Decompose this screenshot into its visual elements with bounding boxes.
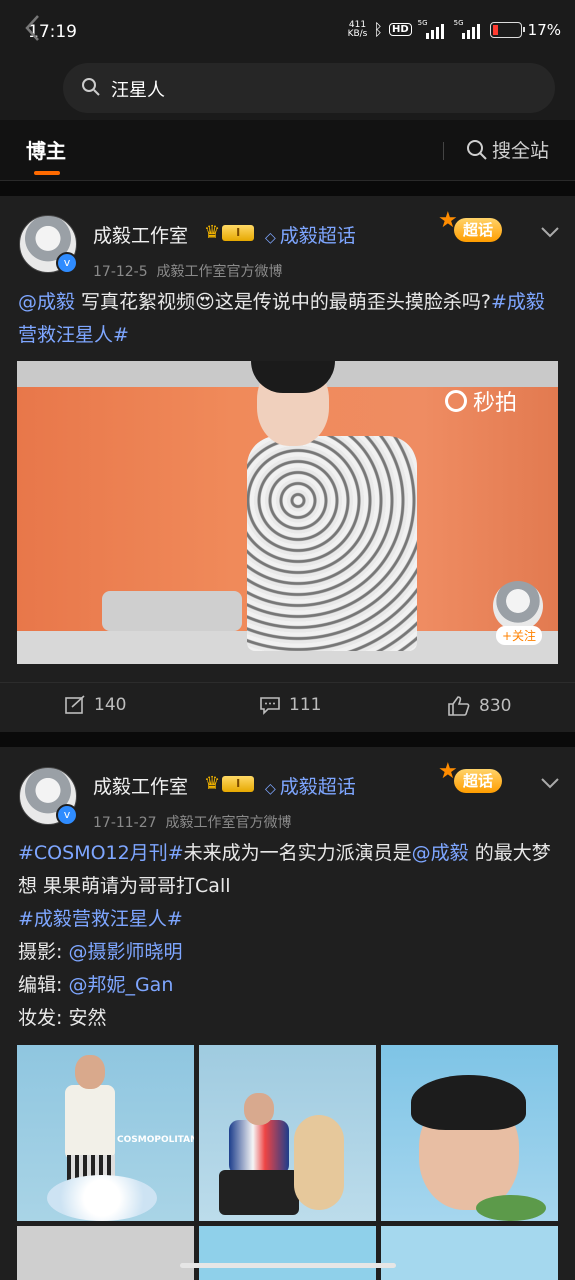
- photographer-link[interactable]: @摄影师晓明: [68, 941, 182, 963]
- miaopai-icon: [445, 390, 467, 412]
- photo-thumbnail[interactable]: [381, 1045, 558, 1221]
- post-source: 成毅工作室官方微博: [156, 264, 283, 280]
- topic-link[interactable]: ◇ 成毅超话: [265, 772, 356, 799]
- author-name[interactable]: 成毅工作室: [93, 772, 188, 799]
- like-count: 830: [479, 696, 512, 716]
- level-badge: I: [222, 775, 255, 792]
- bluetooth-icon: ᛒ: [373, 20, 383, 39]
- photo-thumbnail[interactable]: [199, 1226, 376, 1280]
- net-speed: 411 KB/s: [347, 19, 368, 39]
- comment-button[interactable]: 111: [259, 695, 321, 715]
- diamond-icon: ◇: [265, 230, 276, 246]
- battery-percent: 17%: [527, 20, 561, 39]
- repost-count: 140: [94, 695, 127, 715]
- signal-2-icon: 5G: [454, 19, 484, 39]
- search-icon: [467, 139, 487, 160]
- hd-voice-icon: HD: [388, 23, 412, 36]
- repost-icon: [65, 695, 85, 714]
- mention-link[interactable]: @成毅: [18, 291, 75, 313]
- signal-1-icon: 5G: [418, 19, 448, 39]
- tab-bloggers[interactable]: 博主: [26, 135, 66, 164]
- photo-thumbnail[interactable]: [199, 1045, 376, 1221]
- supertopic-label: 超话: [454, 218, 502, 242]
- topic-link[interactable]: ◇ 成毅超话: [265, 221, 356, 248]
- supertopic-badge[interactable]: ★ 超话: [436, 759, 516, 803]
- author-name[interactable]: 成毅工作室: [93, 221, 188, 248]
- search-all-label: 搜全站: [492, 140, 550, 162]
- video-author-avatar[interactable]: [493, 581, 543, 631]
- supertopic-badge[interactable]: ★ 超话: [436, 208, 516, 252]
- video-watermark: 秒拍: [445, 385, 517, 417]
- repost-button[interactable]: 140: [64, 695, 126, 715]
- search-input[interactable]: 汪星人: [63, 63, 555, 113]
- post-date: 17-12-5: [93, 264, 148, 280]
- comment-count: 111: [289, 695, 322, 715]
- crown-icon: ♛: [204, 773, 221, 794]
- search-all-button[interactable]: 搜全站: [466, 136, 549, 163]
- level-badge: I: [222, 224, 255, 241]
- post-meta: 17-12-5 成毅工作室官方微博: [93, 261, 283, 281]
- verified-icon: v: [56, 804, 78, 826]
- search-icon: [82, 78, 100, 96]
- avatar[interactable]: v: [19, 215, 78, 274]
- diamond-icon: ◇: [265, 781, 276, 797]
- verified-icon: v: [56, 252, 78, 274]
- chevron-down-icon[interactable]: [540, 226, 560, 240]
- status-bar: 17:19 411 KB/s ᛒ HD 5G 5G 17%: [0, 0, 575, 64]
- editor-link[interactable]: @邦妮_Gan: [68, 974, 173, 996]
- post-actions: 140 111 830: [0, 682, 575, 733]
- post-date: 17-11-27: [93, 815, 157, 831]
- mention-link[interactable]: @成毅: [412, 842, 469, 864]
- like-button[interactable]: 830: [447, 695, 511, 717]
- home-indicator[interactable]: [180, 1263, 396, 1268]
- photo-thumbnail[interactable]: [17, 1226, 194, 1280]
- comment-icon: [260, 697, 280, 715]
- back-button[interactable]: [18, 10, 48, 46]
- crown-icon: ♛: [204, 222, 221, 243]
- post-text: #COSMO12月刊#未来成为一名实力派演员是@成毅 的最大梦想 果果萌请为哥哥…: [18, 842, 551, 1029]
- video-player[interactable]: 秒拍 +关注: [17, 361, 558, 664]
- hashtag-link[interactable]: #成毅营救汪星人#: [18, 908, 183, 930]
- separator: [0, 732, 575, 747]
- post-source: 成毅工作室官方微博: [165, 815, 292, 831]
- back-arrow-icon: [25, 15, 39, 41]
- post-card[interactable]: v 成毅工作室 ♛ I ◇ 成毅超话 ★ 超话 17-11-27 成毅工作室官方微…: [0, 747, 575, 1280]
- photo-thumbnail[interactable]: COSMOPOLITAN: [17, 1045, 194, 1221]
- search-query: 汪星人: [111, 80, 165, 101]
- post-text: @成毅 写真花絮视频😍这是传说中的最萌歪头摸脸杀吗?#成毅营救汪星人#: [18, 291, 545, 346]
- separator: [0, 181, 575, 196]
- post-meta: 17-11-27 成毅工作室官方微博: [93, 812, 291, 832]
- follow-button[interactable]: +关注: [496, 626, 543, 645]
- chevron-down-icon[interactable]: [540, 777, 560, 791]
- photo-caption: COSMOPOLITAN: [117, 1135, 194, 1145]
- supertopic-label: 超话: [454, 769, 502, 793]
- membership-badge: ♛ I: [204, 222, 255, 243]
- membership-badge: ♛ I: [204, 773, 255, 794]
- avatar[interactable]: v: [19, 767, 78, 826]
- hashtag-link[interactable]: #COSMO12月刊#: [18, 842, 184, 864]
- divider: [443, 142, 444, 160]
- post-card[interactable]: v 成毅工作室 ♛ I ◇ 成毅超话 ★ 超话 17-12-5 成毅工作室官方微博…: [0, 196, 575, 732]
- photo-thumbnail[interactable]: [381, 1226, 558, 1280]
- tab-indicator: [34, 171, 60, 175]
- thumbs-up-icon: [448, 696, 470, 716]
- battery-icon: [489, 21, 525, 38]
